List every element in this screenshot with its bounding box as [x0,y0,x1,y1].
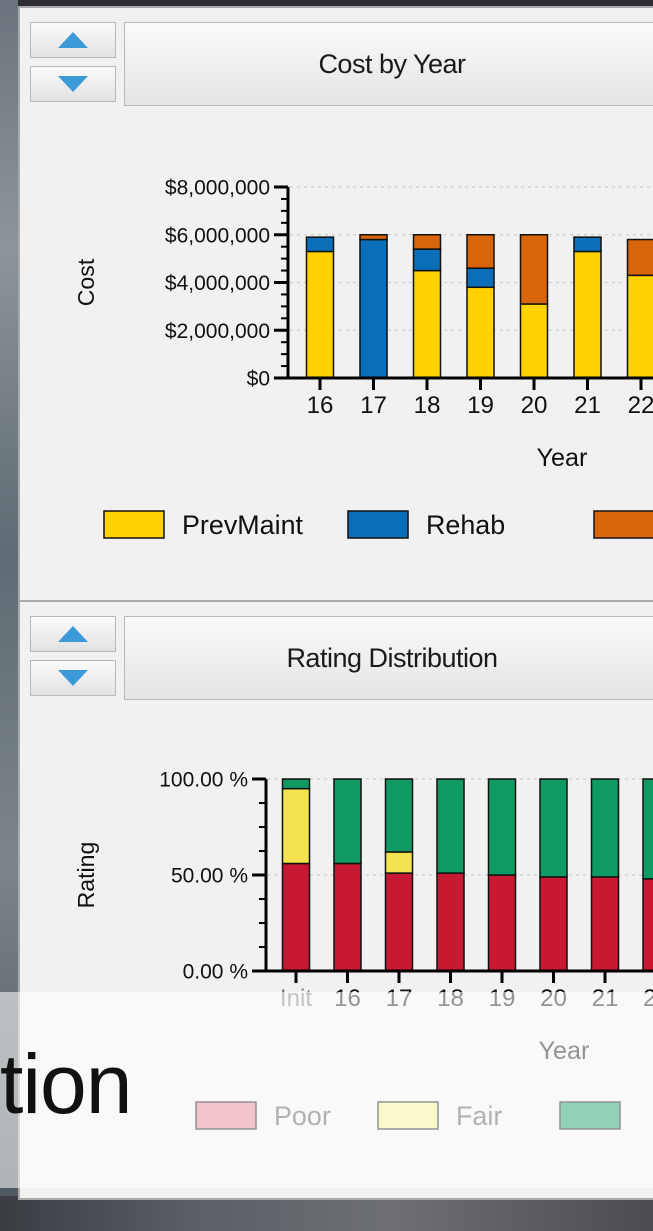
x-tick-label: 16 [307,392,334,419]
bar-segment [305,236,335,253]
bar-segment [539,876,568,972]
bar-segment [519,303,549,379]
bar-segment [436,778,465,874]
bar-segment [626,274,653,379]
y-tick-label: 0.00 % [183,961,248,984]
bar-segment [466,267,495,289]
bar-segment [573,236,602,253]
legend-swatch [103,510,165,539]
x-tick-label: 20 [521,392,548,419]
y-tick-label: $2,000,000 [165,320,270,343]
x-tick-label: 18 [414,392,441,419]
bar-segment [436,872,465,972]
bar-segment [333,778,362,865]
cost-by-year-chart: $0 $2,000,000 $4,000,000 $6,000,000 $8,000,0… [73,177,653,540]
bar-segment [626,238,653,277]
bar-segment [642,778,653,880]
y-tick-label: 50.00 % [171,865,248,888]
bar-segment [281,862,311,972]
x-tick-label: 22 [628,392,653,419]
y-tick-label: 100.00 % [159,769,248,792]
bar-segment [590,876,620,972]
legend-swatch [593,510,653,539]
bar-segment [384,851,414,874]
bar-segment [333,862,362,972]
cost-by-year-panel: Cost by Year $0 $2,000,000 $4,000,000 $6,00… [18,6,653,602]
bar-segment [281,787,311,865]
y-axis-title: Rating [73,842,99,909]
x-tick-label: 19 [467,392,494,419]
bar-segment [573,250,602,379]
bar-segment [466,234,495,269]
bar-segment [305,250,335,379]
bar-segment [642,878,653,972]
bar-segment [412,234,442,250]
bar-segment [487,778,517,876]
bar-segment [466,286,495,379]
caption-text: tion [0,1037,132,1131]
bar-segment [590,778,620,878]
y-tick-label: $6,000,000 [165,224,270,247]
x-tick-label: 17 [360,392,387,419]
y-tick-label: $0 [247,368,270,391]
y-tick-label: $8,000,000 [165,177,270,200]
bar-segment [359,238,388,379]
bar-segment [281,778,311,790]
bar-segment [487,874,517,972]
bar-segment [412,248,442,272]
bar-segment [519,234,549,305]
bar-segment [384,778,414,853]
legend-swatch [347,510,409,539]
bar-segment [384,872,414,972]
y-tick-label: $4,000,000 [165,272,270,295]
bar-segment [539,778,568,878]
y-axis-title: Cost [73,258,99,306]
x-tick-label: 21 [574,392,601,419]
legend-label: PrevMaint [182,510,304,540]
bar-segment [359,234,388,241]
bar-segment [412,269,442,379]
legend-label: Rehab [426,510,505,540]
x-axis-title: Year [537,444,588,472]
